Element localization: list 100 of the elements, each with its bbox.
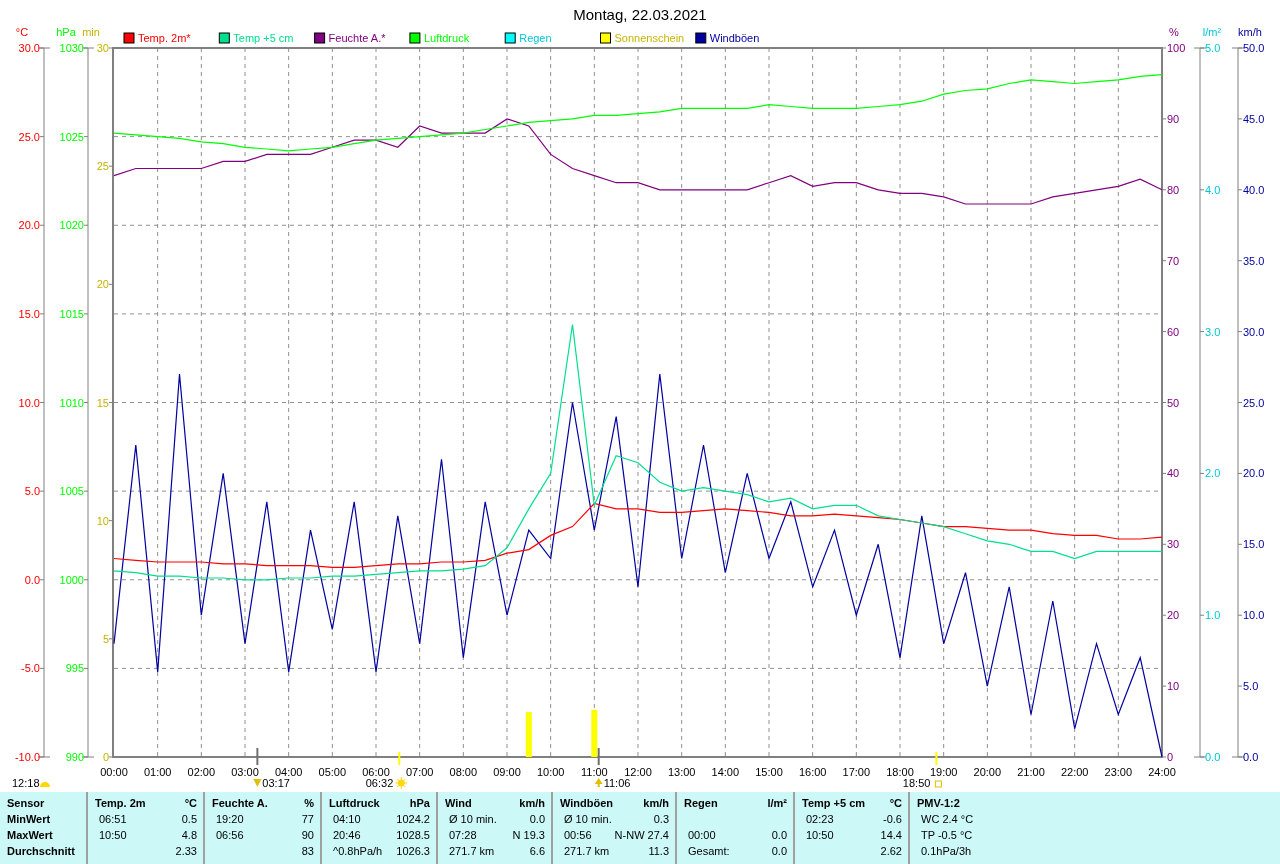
axis-label: 1015 [59,307,84,320]
axis-label: 10 [1167,680,1180,693]
axis-label: 30.0 [1243,325,1265,338]
axis-label: 70 [1167,254,1180,267]
axis-label: 1.0 [1205,609,1221,622]
row-label: MaxWert [7,828,53,843]
axis-label: 995 [65,662,84,675]
axis-label: 30 [96,42,109,54]
stat-value: 271.7 km [563,844,610,859]
stat-value: 14.4 [880,828,902,843]
chart-title: Montag, 22.03.2021 [573,6,707,23]
event-time: 18:50 [902,777,931,789]
axis-label: 50.0 [1243,42,1265,54]
stat-value: 4.8 [181,828,197,843]
stat-value: N 19.3 [512,828,545,843]
legend-label: Feuchte A.* [328,32,386,44]
column-title: Temp. 2m [95,796,146,811]
time-label: 06:00 [362,766,390,778]
stat-value: 6.6 [529,844,545,859]
stat-value: 20:46 [332,828,361,843]
axis-label: 5 [102,632,109,645]
stat-value: 06:56 [215,828,244,843]
sunshine-bar [525,712,532,757]
axis-label: 0 [1167,751,1174,763]
time-label: 23:00 [1104,766,1133,778]
stat-value: 0.0 [529,812,545,827]
axis-label: 25.0 [18,130,40,143]
time-label: 03:00 [231,766,259,778]
stat-value: Ø 10 min. [563,812,612,827]
axis-label: 90 [1167,112,1180,125]
time-label: 15:00 [755,766,783,778]
stat-value: TP -0.5 °C [920,828,973,843]
event-tick [398,751,401,766]
axis-label: 60 [1167,325,1180,338]
stat-value: Ø 10 min. [448,812,497,827]
time-label: 08:00 [449,766,478,778]
stat-value: 0.1hPa/3h [920,844,972,859]
axis-label: 1005 [59,485,84,498]
axis-label: 0.0 [24,573,40,586]
stat-value: 1028.5 [396,828,430,843]
legend-label: Sonnenschein [614,32,685,44]
axis-label: 10.0 [1243,609,1265,622]
axis-label: 1025 [59,130,84,143]
axis-label: 1030 [59,42,84,54]
column-unit: °C [184,796,197,811]
time-label: 12:00 [624,766,652,778]
row-label: Durchschnitt [7,844,75,859]
axis-label: 990 [65,751,84,763]
stat-value: 1026.3 [396,844,430,859]
time-label: 02:00 [187,766,216,778]
event-time: 11:06 [603,777,631,789]
row-label: MinWert [7,812,51,827]
axis-label: 4.0 [1205,183,1221,196]
axis-label: 20 [1167,609,1180,622]
axis-label: -10.0 [14,751,40,763]
column-unit: km/h [643,796,669,811]
axis-label: 35.0 [1243,254,1265,267]
event-time: 03:17 [262,777,290,789]
axis-unit: l/m² [1202,26,1222,38]
axis-label: 80 [1167,183,1180,196]
stat-value: 10:50 [805,828,834,843]
stat-value: 0.0 [771,844,787,859]
axis-label: 15.0 [1243,538,1265,551]
axis-label: 0 [102,751,109,763]
column-title: Windböen [560,796,614,811]
event-time: 06:32 [365,777,394,789]
stat-value: WC 2.4 °C [920,812,974,827]
column-title: Sensor [7,796,45,811]
axis-label: 15 [96,396,109,409]
stat-value: 1024.2 [396,812,430,827]
stat-value: 0.3 [653,812,669,827]
time-label: 09:00 [493,766,521,778]
sunshine-bar [591,709,598,757]
axis-label: 1010 [59,396,84,409]
down-arrow-icon [253,779,262,787]
axis-label: 2.0 [1205,467,1221,480]
axis-label: 40 [1167,467,1180,480]
axis-label: 5.0 [1243,680,1259,693]
axis-label: 20.0 [18,219,40,232]
stat-value: 00:56 [563,828,592,843]
event-time: 12:18 [12,777,40,789]
axis-label: 45.0 [1243,112,1265,125]
column-title: Luftdruck [329,796,380,811]
stat-value: 06:51 [98,812,127,827]
stat-value: 2.33 [175,844,197,859]
time-label: 24:00 [1148,766,1176,778]
column-unit: hPa [409,796,430,811]
axis-label: 1000 [59,573,84,586]
axis-label: 15.0 [18,307,40,320]
axis-label: -5.0 [21,662,40,675]
time-label: 04:00 [274,766,303,778]
column-title: Regen [684,796,718,811]
sun-icon [394,776,408,790]
time-label: 05:00 [318,766,347,778]
time-label: 11:00 [580,766,608,778]
event-tick [597,747,600,766]
stat-value: 00:00 [687,828,716,843]
axis-label: 100 [1167,42,1186,54]
time-label: 10:00 [536,766,565,778]
time-label: 17:00 [842,766,871,778]
